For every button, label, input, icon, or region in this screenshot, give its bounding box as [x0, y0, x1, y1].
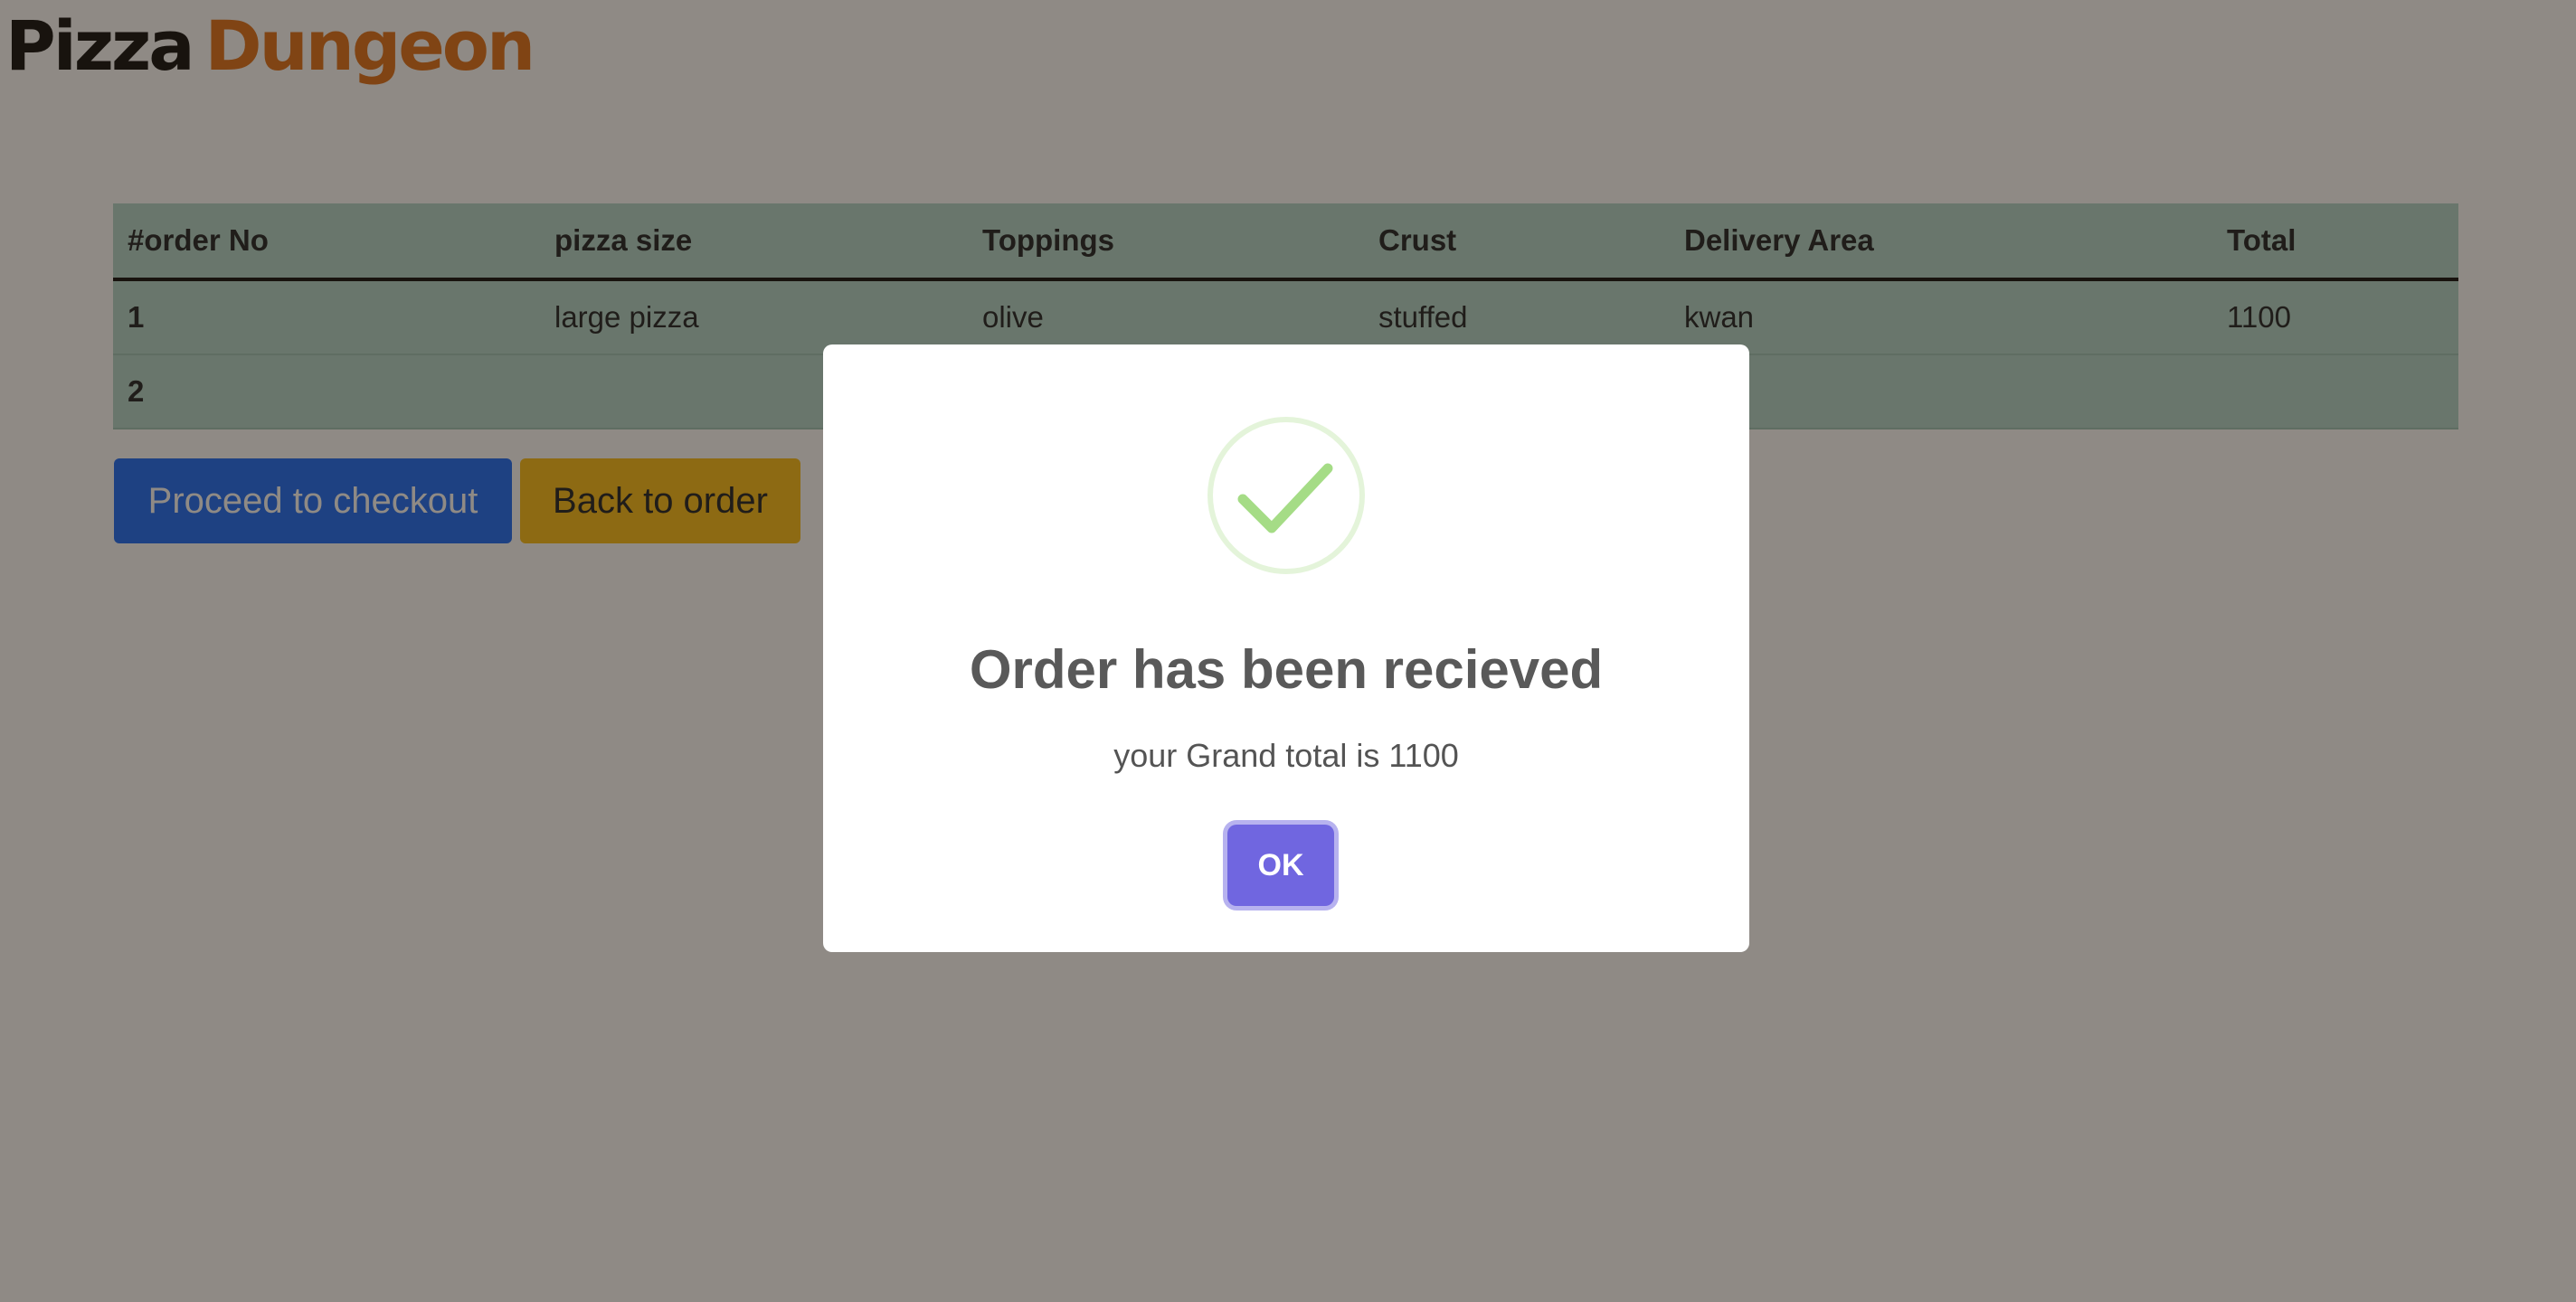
success-dialog: Order has been recieved your Grand total…: [823, 344, 1749, 952]
success-check-icon: [1208, 417, 1365, 574]
dialog-message: your Grand total is 1100: [1113, 737, 1459, 774]
dialog-title: Order has been recieved: [969, 639, 1604, 700]
ok-button[interactable]: OK: [1227, 825, 1334, 906]
